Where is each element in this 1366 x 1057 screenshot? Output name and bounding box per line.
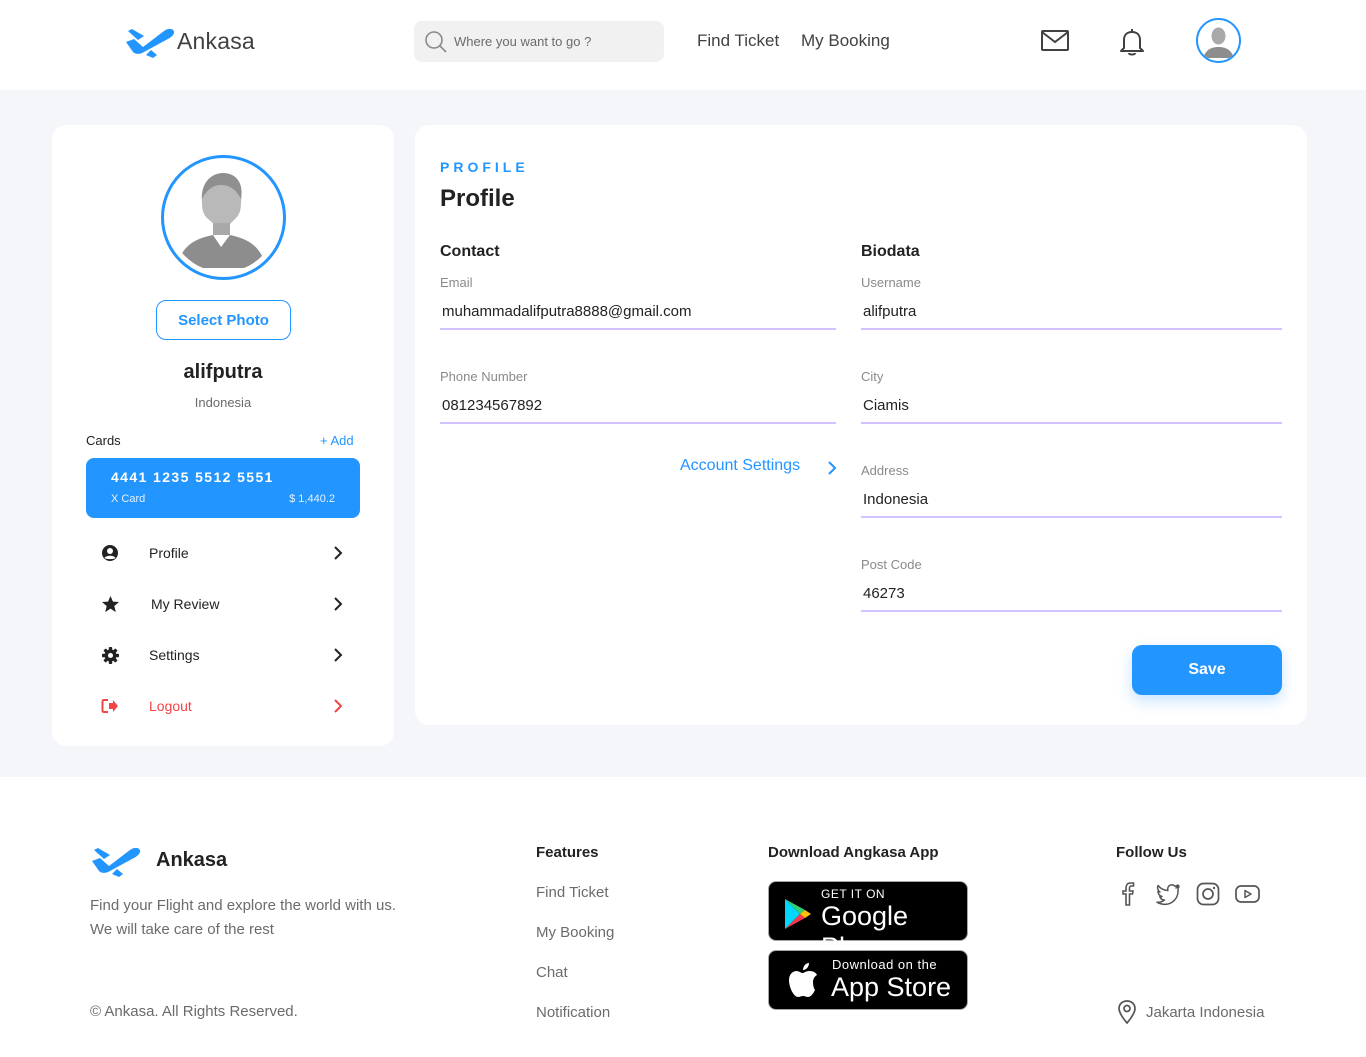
profile-form-card: PROFILE Profile Contact Email Phone Numb… bbox=[415, 125, 1307, 725]
sidebar-item-logout[interactable]: Logout bbox=[100, 691, 350, 721]
mail-icon bbox=[1041, 30, 1069, 51]
profile-sidebar: Select Photo alifputra Indonesia Cards +… bbox=[52, 125, 394, 746]
save-button[interactable]: Save bbox=[1132, 645, 1282, 695]
footer: Ankasa Find your Flight and explore the … bbox=[0, 777, 1366, 1057]
youtube-icon bbox=[1235, 885, 1260, 903]
sidebar-item-settings[interactable]: Settings bbox=[100, 640, 350, 670]
map-pin-icon bbox=[1118, 1000, 1136, 1025]
features-heading: Features bbox=[536, 844, 599, 861]
app-store-big: App Store bbox=[831, 972, 952, 1002]
footer-link-my-booking[interactable]: My Booking bbox=[536, 924, 614, 941]
profile-country: Indonesia bbox=[194, 395, 252, 410]
download-heading: Download Angkasa App bbox=[768, 844, 939, 861]
chevron-right-icon bbox=[334, 546, 343, 560]
plane-icon bbox=[92, 847, 141, 877]
avatar[interactable] bbox=[1196, 18, 1241, 63]
footer-tagline: Find your Flight and explore the world w… bbox=[90, 897, 396, 938]
chevron-right-icon bbox=[334, 648, 343, 662]
footer-location: Jakarta Indonesia bbox=[1116, 999, 1264, 1025]
nav-find-ticket[interactable]: Find Ticket bbox=[697, 31, 779, 51]
city-label: City bbox=[861, 369, 884, 384]
twitter-link[interactable] bbox=[1155, 881, 1181, 907]
account-settings-label: Account Settings bbox=[680, 457, 801, 474]
instagram-icon bbox=[1196, 882, 1220, 906]
main-content: Select Photo alifputra Indonesia Cards +… bbox=[0, 90, 1366, 777]
username-field[interactable] bbox=[861, 295, 1282, 330]
sidebar-item-label: Logout bbox=[149, 698, 192, 714]
profile-username: alifputra bbox=[183, 361, 263, 383]
biodata-title: Biodata bbox=[861, 243, 920, 260]
sidebar-item-label: Settings bbox=[149, 647, 200, 663]
app-store-small: Download on the bbox=[832, 957, 938, 972]
location-label: Jakarta Indonesia bbox=[1146, 1003, 1265, 1021]
search-bar[interactable] bbox=[414, 21, 664, 62]
gear-icon bbox=[100, 645, 120, 665]
page-title: Profile bbox=[440, 185, 515, 212]
sidebar-item-label: My Review bbox=[151, 596, 220, 612]
google-play-icon bbox=[785, 899, 811, 929]
apple-icon bbox=[789, 963, 817, 997]
account-settings-link[interactable]: Account Settings bbox=[680, 457, 837, 475]
footer-brand-name: Ankasa bbox=[156, 848, 228, 871]
email-label: Email bbox=[440, 275, 473, 290]
section-kicker: PROFILE bbox=[440, 159, 529, 175]
card-balance: $ 1,440.2 bbox=[289, 493, 335, 505]
card-type: X Card bbox=[111, 493, 146, 505]
footer-link-chat[interactable]: Chat bbox=[536, 964, 568, 981]
footer-link-notification[interactable]: Notification bbox=[536, 1004, 610, 1021]
chevron-right-icon bbox=[828, 461, 837, 475]
logout-icon bbox=[100, 696, 120, 716]
brand-logo[interactable]: Ankasa bbox=[124, 22, 255, 60]
search-input[interactable] bbox=[454, 34, 654, 49]
username-label: Username bbox=[861, 275, 921, 290]
sidebar-item-my-review[interactable]: My Review bbox=[100, 589, 350, 619]
sidebar-item-label: Profile bbox=[149, 545, 189, 561]
footer-link-find-ticket[interactable]: Find Ticket bbox=[536, 884, 609, 901]
sidebar-item-profile[interactable]: Profile bbox=[100, 538, 350, 568]
google-play-badge[interactable]: GET IT ON Google Play bbox=[768, 881, 968, 962]
email-field[interactable] bbox=[440, 295, 836, 330]
payment-card[interactable]: 4441 1235 5512 5551 X Card $ 1,440.2 bbox=[86, 458, 360, 518]
city-field[interactable] bbox=[861, 389, 1282, 424]
chevron-right-icon bbox=[334, 699, 343, 713]
google-play-small: GET IT ON bbox=[821, 887, 886, 901]
postcode-label: Post Code bbox=[861, 557, 922, 572]
card-number: 4441 1235 5512 5551 bbox=[111, 469, 274, 485]
address-field[interactable] bbox=[861, 483, 1282, 518]
profile-avatar bbox=[161, 155, 286, 280]
instagram-link[interactable] bbox=[1195, 881, 1221, 907]
plane-icon bbox=[126, 28, 175, 58]
user-circle-icon bbox=[100, 543, 120, 563]
footer-brand: Ankasa bbox=[90, 841, 227, 879]
star-icon bbox=[100, 594, 120, 614]
phone-field[interactable] bbox=[440, 389, 836, 424]
facebook-icon bbox=[1122, 882, 1135, 906]
contact-title: Contact bbox=[440, 243, 500, 260]
user-silhouette-icon bbox=[169, 163, 274, 268]
chevron-right-icon bbox=[334, 597, 343, 611]
top-navbar: Ankasa Find Ticket My Booking bbox=[0, 0, 1366, 90]
search-icon bbox=[425, 30, 447, 53]
phone-label: Phone Number bbox=[440, 369, 528, 384]
notification-button[interactable] bbox=[1118, 27, 1146, 62]
follow-heading: Follow Us bbox=[1116, 844, 1187, 861]
twitter-icon bbox=[1156, 884, 1180, 906]
bell-icon bbox=[1120, 29, 1144, 56]
footer-copyright: © Ankasa. All Rights Reserved. bbox=[90, 1003, 298, 1020]
user-avatar-icon bbox=[1198, 20, 1239, 61]
select-photo-button[interactable]: Select Photo bbox=[156, 300, 291, 340]
youtube-link[interactable] bbox=[1234, 881, 1260, 907]
add-card-link[interactable]: + Add bbox=[320, 433, 354, 448]
app-store-badge[interactable]: Download on the App Store bbox=[768, 950, 968, 1010]
brand-name: Ankasa bbox=[177, 27, 255, 54]
postcode-field[interactable] bbox=[861, 577, 1282, 612]
cards-label: Cards bbox=[86, 433, 121, 448]
address-label: Address bbox=[861, 463, 909, 478]
facebook-link[interactable] bbox=[1116, 881, 1142, 907]
mail-button[interactable] bbox=[1040, 28, 1070, 59]
nav-my-booking[interactable]: My Booking bbox=[801, 31, 890, 51]
